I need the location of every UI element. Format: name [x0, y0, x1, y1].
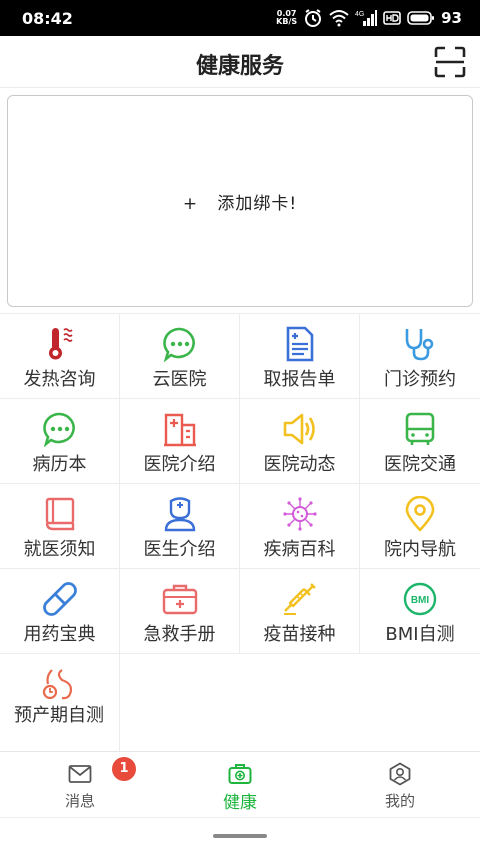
unread-badge: 1 — [112, 757, 136, 781]
service-label: 门诊预约 — [384, 369, 456, 390]
service-label: 发热咨询 — [23, 369, 96, 390]
user-profile-icon — [389, 762, 411, 786]
add-card-button[interactable]: + 添加绑卡! — [7, 95, 473, 307]
system-nav-area — [0, 817, 480, 853]
service-grid: 发热咨询 云医院 取报告单 门诊预约 病历本 医院介绍 医院动态 医院交通 就医… — [0, 313, 480, 754]
service-label: 医院介绍 — [143, 454, 216, 475]
svg-text:BMI: BMI — [411, 595, 430, 606]
bus-icon — [405, 412, 435, 445]
tab-profile[interactable]: 我的 — [320, 752, 480, 818]
virus-icon — [283, 497, 317, 531]
service-first-aid-manual[interactable]: 急救手册 — [120, 569, 240, 654]
tab-label: 消息 — [64, 792, 95, 810]
service-label: 医院动态 — [263, 454, 336, 475]
thermometer-icon — [49, 328, 73, 360]
status-time: 08:42 — [22, 9, 73, 28]
grid-row: 病历本 医院介绍 医院动态 医院交通 — [0, 398, 480, 484]
service-label: 医院交通 — [384, 454, 456, 475]
service-label: 疫苗接种 — [263, 624, 336, 645]
service-label: 云医院 — [152, 369, 207, 390]
hd-icon — [383, 11, 401, 25]
report-document-icon — [286, 326, 314, 362]
service-label: 取报告单 — [263, 369, 336, 390]
hospital-building-icon — [164, 413, 196, 447]
service-medical-notice[interactable]: 就医须知 — [0, 484, 120, 569]
service-vaccination[interactable]: 疫苗接种 — [240, 569, 360, 654]
wifi-icon — [329, 10, 349, 27]
network-type: 4G — [355, 11, 364, 18]
grid-row: 预产期自测 — [0, 653, 480, 754]
tab-health[interactable]: 健康 — [160, 752, 320, 818]
service-label: 预产期自测 — [14, 705, 104, 726]
service-doctor-intro[interactable]: 医生介绍 — [120, 484, 240, 569]
book-icon — [45, 497, 75, 531]
service-label: 病历本 — [32, 454, 87, 475]
service-fever-consult[interactable]: 发热咨询 — [0, 314, 120, 399]
grid-row: 发热咨询 云医院 取报告单 门诊预约 — [0, 313, 480, 399]
service-get-report[interactable]: 取报告单 — [240, 314, 360, 399]
service-hospital-transport[interactable]: 医院交通 — [360, 399, 480, 484]
service-label: 医生介绍 — [143, 539, 216, 560]
service-label: 急救手册 — [143, 624, 216, 645]
service-hospital-news[interactable]: 医院动态 — [240, 399, 360, 484]
grid-empty-area — [120, 654, 480, 754]
status-bar: 08:42 0.07 KB/S 4G 93 — [0, 0, 480, 36]
location-pin-icon — [405, 496, 435, 532]
tab-label: 我的 — [384, 792, 415, 810]
service-due-date-self-test[interactable]: 预产期自测 — [0, 654, 120, 754]
home-indicator[interactable] — [213, 834, 267, 838]
chat-bubble-icon — [163, 327, 195, 362]
page-title: 健康服务 — [195, 54, 284, 79]
chat-bubble-icon — [43, 412, 75, 447]
mail-icon — [68, 765, 92, 783]
status-icons: 0.07 KB/S 4G 93 — [276, 7, 462, 29]
service-disease-encyclopedia[interactable]: 疾病百科 — [240, 484, 360, 569]
first-aid-kit-icon — [162, 584, 198, 615]
service-cloud-hospital[interactable]: 云医院 — [120, 314, 240, 399]
network-speed: 0.07 KB/S — [276, 10, 297, 26]
stethoscope-icon — [405, 329, 434, 361]
syringe-icon — [284, 583, 316, 615]
doctor-icon — [164, 497, 196, 532]
scan-icon[interactable] — [434, 46, 466, 78]
service-label: 用药宝典 — [23, 624, 96, 645]
service-label: 疾病百科 — [263, 539, 336, 560]
app-header: 健康服务 — [0, 36, 480, 88]
bottom-tab-bar: 1 消息 健康 我的 — [0, 751, 480, 817]
medical-kit-icon — [228, 764, 252, 784]
pregnancy-icon — [42, 669, 73, 700]
service-bmi-self-test[interactable]: BMI BMI自测 — [360, 569, 480, 654]
service-medication-guide[interactable]: 用药宝典 — [0, 569, 120, 654]
service-label: BMI自测 — [385, 624, 455, 645]
service-indoor-navigation[interactable]: 院内导航 — [360, 484, 480, 569]
signal-icon: 4G — [355, 10, 378, 26]
network-speed-unit: KB/S — [276, 17, 298, 26]
battery-level: 93 — [441, 9, 462, 27]
pill-capsule-icon — [43, 582, 77, 616]
service-outpatient-appointment[interactable]: 门诊预约 — [360, 314, 480, 399]
service-label: 院内导航 — [384, 539, 456, 560]
battery-icon — [407, 11, 435, 25]
grid-row: 就医须知 医生介绍 疾病百科 院内导航 — [0, 483, 480, 569]
service-hospital-intro[interactable]: 医院介绍 — [120, 399, 240, 484]
grid-row: 用药宝典 急救手册 疫苗接种 BMI BMI自测 — [0, 568, 480, 654]
add-card-label: + 添加绑卡! — [182, 193, 298, 214]
tab-label: 健康 — [223, 793, 257, 813]
service-medical-record[interactable]: 病历本 — [0, 399, 120, 484]
tab-messages[interactable]: 1 消息 — [0, 752, 160, 818]
alarm-icon — [305, 9, 322, 27]
speaker-icon — [283, 413, 315, 445]
bmi-icon: BMI — [403, 582, 437, 616]
service-label: 就医须知 — [23, 539, 96, 560]
